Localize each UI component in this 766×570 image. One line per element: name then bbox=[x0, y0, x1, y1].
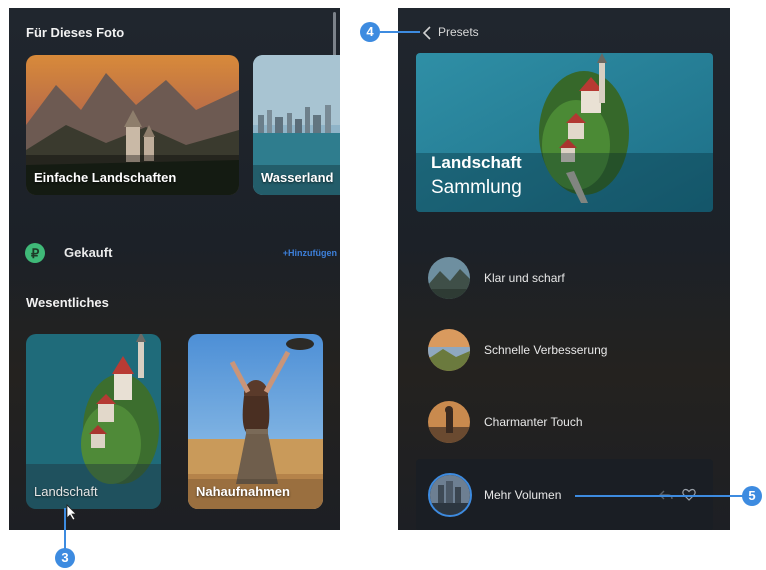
collections-panel: Für Dieses Foto Einfache Landschaften Wa… bbox=[9, 8, 340, 530]
preset-collection-panel: Presets Landschaft Sammlung Klar und sch… bbox=[398, 8, 730, 530]
chevron-left-icon bbox=[422, 26, 431, 40]
preset-item-label: Schnelle Verbesserung bbox=[484, 343, 608, 357]
preset-item-charming-touch[interactable]: Charmanter Touch bbox=[416, 400, 713, 444]
preset-thumbnail bbox=[428, 401, 470, 443]
preset-item-clear-sharp[interactable]: Klar und scharf bbox=[416, 256, 713, 300]
preset-item-label: Charmanter Touch bbox=[484, 415, 583, 429]
preset-item-label: Klar und scharf bbox=[484, 271, 565, 285]
lake-island-image bbox=[26, 334, 161, 509]
callout-line bbox=[575, 495, 745, 497]
preset-thumbnail bbox=[428, 329, 470, 371]
purchased-row[interactable]: ₽ Gekauft +Hinzufügen bbox=[25, 242, 337, 264]
collection-subtitle: Sammlung bbox=[431, 177, 522, 198]
callout-badge-4: 4 bbox=[360, 22, 380, 42]
purchase-icon: ₽ bbox=[25, 243, 45, 263]
preset-item-label: Mehr Volumen bbox=[484, 488, 562, 502]
preset-card-simple-landscapes[interactable]: Einfache Landschaften bbox=[26, 55, 239, 195]
woman-field-image bbox=[188, 334, 323, 509]
card-label: Landschaft bbox=[34, 484, 98, 499]
section-title-photo: Für Dieses Foto bbox=[26, 25, 125, 40]
add-link[interactable]: +Hinzufügen bbox=[283, 248, 337, 258]
preset-card-waterland[interactable]: Wasserland bbox=[253, 55, 340, 195]
preset-card-closeups[interactable]: Nahaufnahmen bbox=[188, 334, 323, 509]
callout-line bbox=[380, 31, 420, 33]
callout-line bbox=[64, 508, 66, 550]
collection-hero: Landschaft Sammlung bbox=[416, 53, 713, 212]
card-label: Nahaufnahmen bbox=[196, 484, 290, 499]
back-label: Presets bbox=[438, 25, 479, 39]
preset-card-landscape[interactable]: Landschaft bbox=[26, 334, 161, 509]
preset-thumbnail bbox=[428, 257, 470, 299]
callout-badge-5: 5 bbox=[742, 486, 762, 506]
card-label: Einfache Landschaften bbox=[34, 170, 177, 185]
mouse-cursor-icon bbox=[66, 504, 77, 520]
card-label: Wasserland bbox=[261, 170, 334, 185]
section-title-essentials: Wesentliches bbox=[26, 295, 109, 310]
purchased-label: Gekauft bbox=[64, 245, 113, 260]
preset-item-quick-enhance[interactable]: Schnelle Verbesserung bbox=[416, 328, 713, 372]
collection-title: Landschaft bbox=[431, 153, 522, 172]
preset-thumbnail bbox=[428, 473, 472, 517]
callout-badge-3: 3 bbox=[55, 548, 75, 568]
svg-text:₽: ₽ bbox=[31, 246, 40, 261]
